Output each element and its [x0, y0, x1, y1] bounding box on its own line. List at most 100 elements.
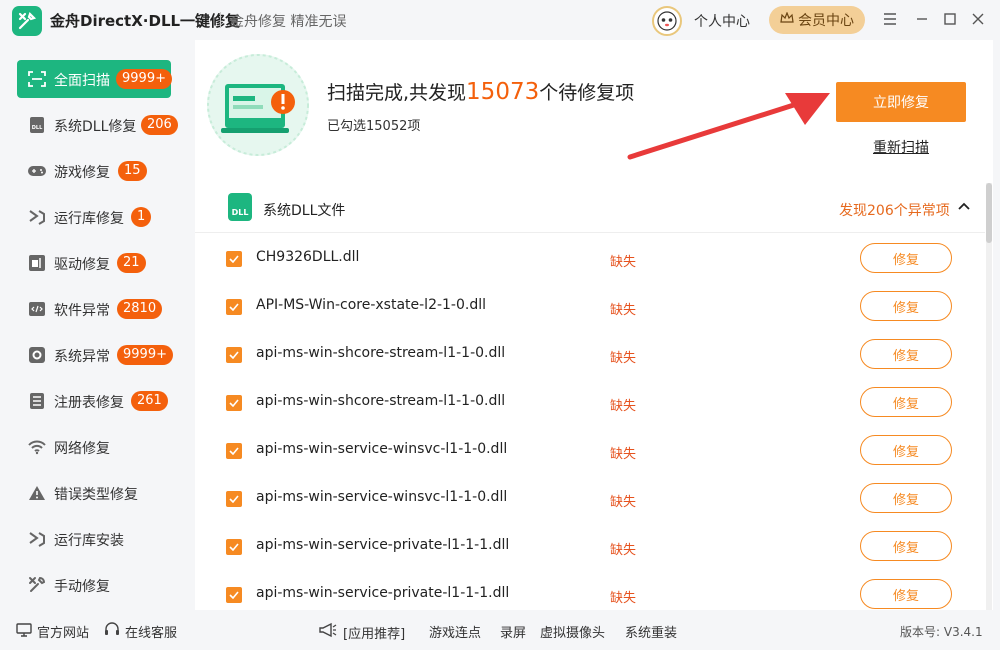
sidebar-item-network[interactable]: 网络修复	[17, 428, 171, 466]
sidebar-item-label: 注册表修复	[54, 395, 124, 411]
online-support-link[interactable]: 在线客服	[104, 622, 177, 641]
status-text: 缺失	[610, 447, 637, 462]
repair-button[interactable]: 修复	[860, 243, 952, 273]
footer-link-virtual-camera[interactable]: 虚拟摄像头	[540, 622, 605, 641]
scan-summary: 扫描完成,共发现15073个待修复项 已勾选15052项 立即修复 重新扫描	[195, 40, 993, 180]
repair-button[interactable]: 修复	[860, 531, 952, 561]
megaphone-icon	[318, 622, 338, 642]
file-name: api-ms-win-service-private-l1-1-1.dll	[256, 585, 510, 601]
scan-title-suffix: 个待修复项	[539, 82, 635, 104]
row-checkbox[interactable]	[226, 443, 242, 459]
file-name: api-ms-win-shcore-stream-l1-1-0.dll	[256, 345, 506, 361]
file-name: api-ms-win-service-winsvc-l1-1-0.dll	[256, 489, 508, 505]
repair-button[interactable]: 修复	[860, 483, 952, 513]
fix-now-button[interactable]: 立即修复	[836, 82, 966, 122]
chevron-up-icon[interactable]	[957, 199, 971, 215]
sidebar-item-label: 全面扫描	[54, 73, 110, 89]
footer-link-screen-record[interactable]: 录屏	[500, 622, 526, 641]
row-checkbox[interactable]	[226, 299, 242, 315]
status-text: 缺失	[610, 303, 637, 318]
row-checkbox[interactable]	[226, 539, 242, 555]
sidebar-item-error-type[interactable]: 错误类型修复	[17, 474, 171, 512]
dll-section-header[interactable]: DLL 系统DLL文件 发现206个异常项	[195, 183, 985, 233]
table-row: api-ms-win-shcore-stream-l1-1-0.dll 缺失 修…	[195, 378, 985, 426]
status-text: 缺失	[610, 543, 637, 558]
headset-icon	[104, 622, 120, 641]
sidebar-item-software[interactable]: 软件异常 2810	[17, 290, 171, 328]
version-label: 版本号: V3.4.1	[900, 625, 983, 639]
app-logo-icon	[12, 6, 42, 36]
file-name: api-ms-win-service-private-l1-1-1.dll	[256, 537, 510, 553]
app-recommend[interactable]: [应用推荐]	[318, 622, 405, 642]
rescan-link[interactable]: 重新扫描	[873, 137, 929, 157]
scrollbar[interactable]	[986, 183, 992, 610]
repair-button[interactable]: 修复	[860, 579, 952, 609]
sidebar-item-system-dll[interactable]: DLL 系统DLL修复 206	[17, 106, 178, 144]
code-icon	[26, 299, 48, 319]
sidebar-item-runtime[interactable]: 运行库修复 1	[17, 198, 171, 236]
count-badge: 15	[118, 161, 147, 181]
sidebar-item-full-scan[interactable]: 全面扫描 9999+	[17, 60, 172, 98]
repair-button[interactable]: 修复	[860, 435, 952, 465]
sidebar-item-label: 网络修复	[54, 441, 110, 457]
scan-icon	[26, 69, 48, 89]
close-icon[interactable]	[967, 8, 989, 30]
section-title: 系统DLL文件	[263, 203, 346, 219]
file-name: API-MS-Win-core-xstate-l2-1-0.dll	[256, 297, 487, 313]
selected-count: 已勾选15052项	[327, 119, 421, 134]
vip-center-button[interactable]: 会员中心	[769, 6, 865, 34]
title-bar: 金舟DirectX·DLL一键修复 金舟修复 精准无误 个人中心 会员中心	[0, 0, 1000, 40]
row-checkbox[interactable]	[226, 491, 242, 507]
sidebar-item-driver[interactable]: 驱动修复 21	[17, 244, 171, 282]
arrow-icon	[627, 93, 830, 160]
repair-button[interactable]: 修复	[860, 339, 952, 369]
sidebar-item-registry[interactable]: 注册表修复 261	[17, 382, 171, 420]
dll-list: CH9326DLL.dll 缺失 修复 API-MS-Win-core-xsta…	[195, 234, 985, 610]
svg-text:DLL: DLL	[32, 125, 43, 131]
scan-result-title: 扫描完成,共发现15073个待修复项	[327, 78, 634, 105]
sidebar-item-game[interactable]: 游戏修复 15	[17, 152, 171, 190]
count-badge: 1	[131, 207, 152, 227]
footer-link-system-reinstall[interactable]: 系统重装	[625, 622, 677, 641]
registry-icon	[26, 391, 48, 411]
count-badge: 21	[117, 253, 146, 273]
avatar[interactable]	[652, 6, 682, 36]
online-support-label: 在线客服	[125, 626, 178, 641]
row-checkbox[interactable]	[226, 347, 242, 363]
scan-result-illustration	[207, 54, 309, 156]
maximize-icon[interactable]	[939, 8, 961, 30]
dll-icon: DLL	[26, 115, 48, 135]
status-text: 缺失	[610, 495, 637, 510]
table-row: API-MS-Win-core-xstate-l2-1-0.dll 缺失 修复	[195, 282, 985, 330]
issue-count: 15073	[466, 79, 540, 105]
count-badge: 206	[141, 115, 178, 135]
status-text: 缺失	[610, 399, 637, 414]
sidebar-item-runtime-install[interactable]: 运行库安装	[17, 520, 171, 558]
row-checkbox[interactable]	[226, 251, 242, 267]
vip-center-label: 会员中心	[798, 13, 854, 29]
minimize-icon[interactable]	[911, 8, 933, 30]
repair-button[interactable]: 修复	[860, 387, 952, 417]
row-checkbox[interactable]	[226, 395, 242, 411]
personal-center-link[interactable]: 个人中心	[694, 11, 750, 31]
wifi-icon	[26, 437, 48, 457]
main-panel: 扫描完成,共发现15073个待修复项 已勾选15052项 立即修复 重新扫描 D…	[195, 40, 993, 610]
scrollbar-thumb[interactable]	[986, 183, 992, 243]
footer-link-game-clicker[interactable]: 游戏连点	[429, 622, 481, 641]
app-slogan: 金舟修复 精准无误	[230, 14, 347, 30]
gear-icon	[26, 345, 48, 365]
sidebar-item-system-error[interactable]: 系统异常 9999+	[17, 336, 173, 374]
row-checkbox[interactable]	[226, 587, 242, 603]
monitor-icon	[16, 622, 32, 641]
sidebar-item-label: 软件异常	[54, 303, 110, 319]
sidebar-item-manual[interactable]: 手动修复	[17, 566, 171, 604]
found-count: 发现206个异常项	[839, 203, 950, 219]
runtime-icon	[26, 207, 48, 227]
menu-icon[interactable]	[879, 8, 901, 30]
status-text: 缺失	[610, 591, 637, 606]
sidebar-item-label: 运行库安装	[54, 533, 124, 549]
repair-button[interactable]: 修复	[860, 291, 952, 321]
count-badge: 261	[131, 391, 168, 411]
dll-file-icon: DLL	[228, 193, 252, 221]
official-website-link[interactable]: 官方网站	[16, 622, 89, 641]
